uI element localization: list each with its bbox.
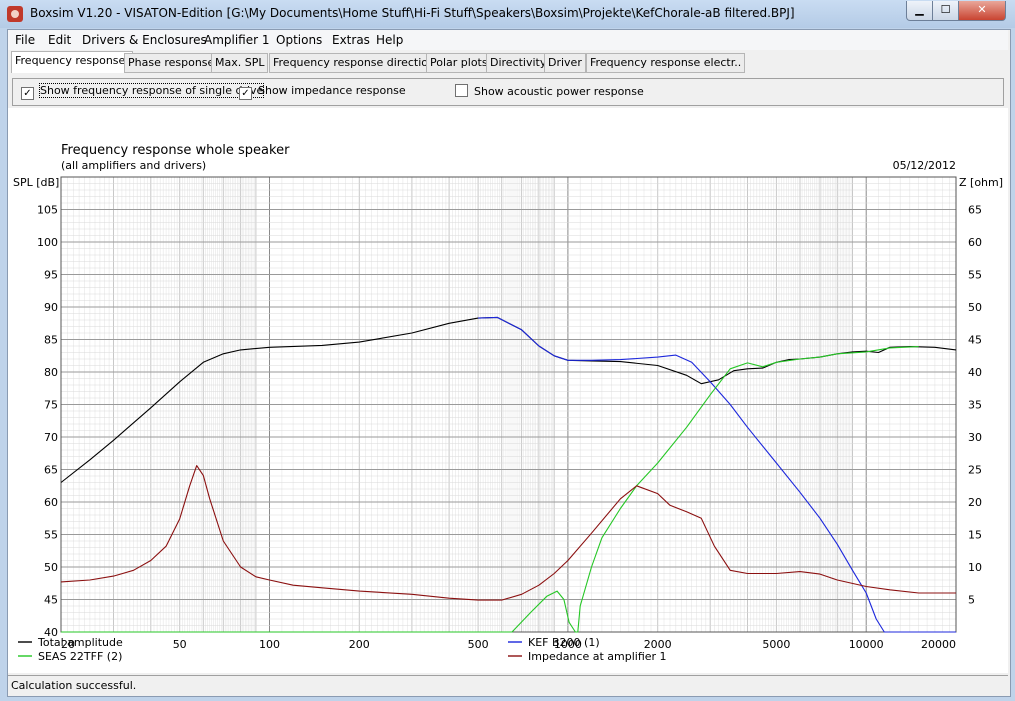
x-tick-label: 20000 — [921, 638, 956, 651]
y-tick-label: 75 — [44, 399, 58, 412]
menu-drivers-enclosures[interactable]: Drivers & Enclosures — [82, 33, 207, 47]
tab-driver[interactable]: Driver — [544, 53, 586, 73]
y2-tick-label: 65 — [968, 204, 982, 217]
chart-legend: Total amplitude KEF B200 (1) SEAS 22TFF (2… — [18, 636, 667, 663]
y2-tick-label: 20 — [968, 496, 982, 509]
x-tick-label: 5000 — [762, 638, 790, 651]
y-tick-label: 50 — [44, 561, 58, 574]
plot-area: Frequency response whole speaker (all am… — [8, 108, 1008, 673]
chart-grid — [60, 176, 957, 633]
tab-bar: Frequency response. Phase response Max. … — [8, 51, 1008, 73]
menu-extras[interactable]: Extras — [332, 33, 370, 47]
app-icon[interactable] — [7, 6, 23, 22]
tab-polar-plots[interactable]: Polar plots — [426, 53, 492, 73]
chart-title: Frequency response whole speaker — [61, 143, 290, 158]
frequency-response-chart: Frequency response whole speaker (all am… — [13, 143, 1003, 663]
main-window: File Edit Drivers & Enclosures Amplifier… — [7, 29, 1011, 697]
y2-tick-label: 15 — [968, 529, 982, 542]
y2-tick-label: 45 — [968, 334, 982, 347]
checkbox-box: ✓ — [21, 87, 34, 100]
y-tick-label: 45 — [44, 594, 58, 607]
menu-options[interactable]: Options — [276, 33, 322, 47]
tab-phase-response[interactable]: Phase response — [124, 53, 219, 73]
x-tick-label: 500 — [468, 638, 489, 651]
maximize-button[interactable]: ☐ — [932, 1, 959, 21]
y-tick-label: 80 — [44, 366, 58, 379]
legend-label: SEAS 22TFF (2) — [38, 650, 122, 663]
tab-frequency-response[interactable]: Frequency response. — [11, 51, 133, 73]
single-drive-label: Show frequency response of single drive — [38, 83, 265, 98]
minimize-button[interactable]: ▁ — [906, 1, 933, 21]
tab-frequency-response-electrical[interactable]: Frequency response electr.. — [586, 53, 746, 73]
tab-frequency-response-directions[interactable]: Frequency response directions — [269, 53, 445, 73]
y2-tick-label: 30 — [968, 431, 982, 444]
y2-tick-label: 5 — [968, 594, 975, 607]
impedance-checkbox[interactable]: ✓ Show impedance response — [239, 84, 406, 100]
legend-label: KEF B200 (1) — [528, 636, 600, 649]
menu-amplifier-1[interactable]: Amplifier 1 — [204, 33, 270, 47]
legend-label: Impedance at amplifier 1 — [528, 650, 667, 663]
x-tick-label: 100 — [259, 638, 280, 651]
impedance-label: Show impedance response — [258, 84, 406, 97]
chart-subtitle: (all amplifiers and drivers) — [61, 159, 206, 172]
options-bar: ✓ Show frequency response of single drive… — [12, 78, 1004, 106]
y-tick-label: 95 — [44, 269, 58, 282]
acoustic-power-label: Show acoustic power response — [474, 85, 644, 98]
y2-tick-label: 60 — [968, 236, 982, 249]
acoustic-power-checkbox[interactable]: Show acoustic power response — [455, 84, 644, 98]
y2-tick-label: 55 — [968, 269, 982, 282]
y-tick-label: 55 — [44, 529, 58, 542]
x-tick-label: 10000 — [849, 638, 884, 651]
y2-tick-label: 40 — [968, 366, 982, 379]
menu-bar: File Edit Drivers & Enclosures Amplifier… — [8, 30, 1008, 50]
tab-directivity[interactable]: Directivity — [486, 53, 551, 73]
y2-axis-label: Z [ohm] — [959, 176, 1003, 189]
close-button[interactable]: ✕ — [958, 1, 1006, 21]
y-tick-label: 85 — [44, 334, 58, 347]
y-tick-label: 60 — [44, 496, 58, 509]
y-tick-label: 90 — [44, 301, 58, 314]
menu-edit[interactable]: Edit — [48, 33, 71, 47]
x-tick-label: 50 — [173, 638, 187, 651]
y2-tick-label: 25 — [968, 464, 982, 477]
window-title: Boxsim V1.20 - VISATON-Edition [G:\My Do… — [30, 6, 795, 20]
y-tick-label: 105 — [37, 204, 58, 217]
status-bar: Calculation successful. — [8, 675, 1008, 696]
checkbox-box: ✓ — [239, 87, 252, 100]
x-tick-label: 200 — [349, 638, 370, 651]
y2-tick-label: 35 — [968, 399, 982, 412]
y2-tick-label: 50 — [968, 301, 982, 314]
title-bar: Boxsim V1.20 - VISATON-Edition [G:\My Do… — [0, 0, 1015, 28]
single-drive-checkbox[interactable]: ✓ Show frequency response of single drive — [21, 83, 265, 100]
status-text: Calculation successful. — [11, 679, 137, 692]
y-tick-label: 65 — [44, 464, 58, 477]
menu-help[interactable]: Help — [376, 33, 403, 47]
menu-file[interactable]: File — [15, 33, 35, 47]
y-axis-label: SPL [dB] — [13, 176, 59, 189]
legend-label: Total amplitude — [37, 636, 123, 649]
y-tick-label: 100 — [37, 236, 58, 249]
chart-date: 05/12/2012 — [893, 159, 956, 172]
y-tick-label: 70 — [44, 431, 58, 444]
tab-max-spl[interactable]: Max. SPL — [211, 53, 269, 73]
checkbox-box — [455, 84, 468, 97]
y2-tick-label: 10 — [968, 561, 982, 574]
